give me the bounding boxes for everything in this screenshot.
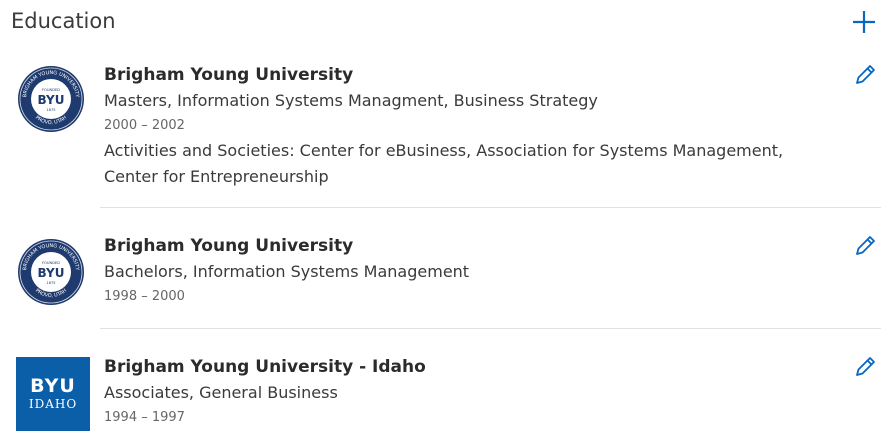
svg-text:BYU: BYU	[38, 266, 65, 280]
pencil-icon	[856, 357, 875, 376]
activities-text: Activities and Societies: Center for eBu…	[104, 141, 784, 186]
add-education-button[interactable]	[851, 9, 877, 35]
edit-education-button[interactable]	[852, 62, 878, 88]
school-logo-byu: BRIGHAM YOUNG UNIVERSITY PROVO, UTAH FOU…	[16, 237, 86, 307]
divider	[100, 328, 881, 329]
svg-text:FOUNDED: FOUNDED	[42, 88, 60, 92]
date-range: 2000 – 2002	[104, 118, 185, 133]
education-entry: BRIGHAM YOUNG UNIVERSITY PROVO, UTAH FOU…	[0, 60, 881, 210]
school-logo-byu-idaho: BYU IDAHO	[16, 357, 90, 431]
edit-education-button[interactable]	[852, 233, 878, 259]
plus-icon	[853, 11, 875, 33]
degree-text: Associates, General Business	[104, 383, 338, 402]
school-name[interactable]: Brigham Young University	[104, 62, 801, 88]
divider	[100, 207, 881, 208]
degree-text: Masters, Information Systems Managment, …	[104, 91, 598, 110]
date-range: 1994 – 1997	[104, 410, 185, 425]
education-entry: BYU IDAHO Brigham Young University - Ida…	[0, 354, 881, 431]
pencil-icon	[856, 236, 875, 255]
section-title: Education	[11, 9, 116, 33]
date-range: 1998 – 2000	[104, 289, 185, 304]
school-name[interactable]: Brigham Young University	[104, 233, 801, 259]
education-entry: BRIGHAM YOUNG UNIVERSITY PROVO, UTAH FOU…	[0, 233, 881, 323]
school-logo-byu: BRIGHAM YOUNG UNIVERSITY PROVO, UTAH FOU…	[16, 64, 86, 134]
svg-text:FOUNDED: FOUNDED	[42, 261, 60, 265]
degree-text: Bachelors, Information Systems Managemen…	[104, 262, 470, 281]
svg-text:1875: 1875	[46, 108, 55, 112]
school-name[interactable]: Brigham Young University - Idaho	[104, 354, 801, 380]
pencil-icon	[856, 65, 875, 84]
svg-text:BYU: BYU	[38, 93, 65, 107]
svg-text:1875: 1875	[46, 281, 55, 285]
edit-education-button[interactable]	[852, 354, 878, 380]
